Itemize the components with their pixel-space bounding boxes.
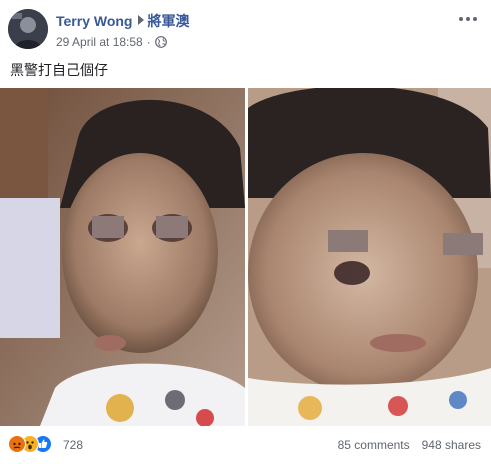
avatar-image <box>8 9 48 49</box>
post-header: Terry Wong 將軍澳 29 April at 18:58 · <box>0 0 491 58</box>
post-text: 黑警打自己個仔 <box>10 62 108 78</box>
shares-count-link[interactable]: 948 shares <box>422 438 481 452</box>
post-photo-right[interactable] <box>248 88 491 426</box>
post-stats: 85 comments 948 shares <box>338 438 481 452</box>
reaction-count[interactable]: 728 <box>63 438 83 452</box>
more-dot-icon <box>459 17 463 21</box>
more-dot-icon <box>473 17 477 21</box>
arrow-right-icon <box>137 15 144 25</box>
angry-reaction-icon <box>8 435 26 453</box>
comments-count-link[interactable]: 85 comments <box>338 438 410 452</box>
meta-separator: · <box>146 35 151 49</box>
photo-grid <box>0 88 491 426</box>
author-line: Terry Wong 將軍澳 <box>56 11 190 31</box>
avatar[interactable] <box>8 9 48 49</box>
target-group-name[interactable]: 將軍澳 <box>148 13 190 29</box>
post-photo-left[interactable] <box>0 88 245 426</box>
post-timestamp[interactable]: 29 April at 18:58 <box>56 35 143 49</box>
more-options-button[interactable] <box>459 12 479 26</box>
post-footer: 728 85 comments 948 shares <box>0 432 491 458</box>
more-dot-icon <box>466 17 470 21</box>
post-meta: 29 April at 18:58 · <box>56 35 167 51</box>
globe-icon[interactable] <box>154 36 167 51</box>
author-name[interactable]: Terry Wong <box>56 13 133 29</box>
